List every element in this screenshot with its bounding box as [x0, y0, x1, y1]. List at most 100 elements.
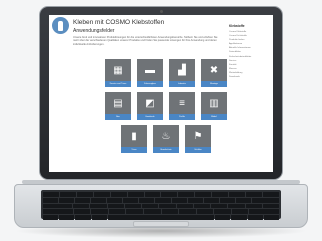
tile-label: Profile [169, 114, 195, 120]
key [193, 203, 211, 209]
key [75, 215, 91, 220]
signpost-icon: ⚑ [185, 125, 211, 147]
pipes-icon: ≡ [169, 92, 195, 114]
key [214, 209, 231, 215]
key [107, 203, 124, 209]
key [73, 203, 90, 209]
key [251, 197, 279, 203]
tile-label: Fahrzeugbau [137, 81, 163, 87]
tile-door[interactable]: ▮ Türen [121, 125, 147, 153]
keyboard [41, 190, 281, 220]
key [196, 209, 214, 215]
tile-window[interactable]: ▦ Fenster und Türen [105, 59, 131, 87]
key [73, 209, 91, 215]
tile-industry[interactable]: ▟ Industrie [169, 59, 195, 87]
key [93, 192, 110, 197]
key [235, 197, 251, 203]
key [123, 197, 139, 203]
keyboard-row [43, 209, 280, 215]
tile-label: Fenster und Türen [105, 81, 131, 87]
key [203, 197, 219, 203]
tile-label: Industrie [169, 81, 195, 87]
page-title: Kleben mit COSMO Klebstoffen [73, 19, 165, 26]
key [139, 197, 155, 203]
key [231, 209, 249, 215]
laptop-screen: Kleben mit COSMO Klebstoffen Anwendungsf… [49, 15, 273, 172]
key [91, 209, 108, 215]
key [161, 192, 178, 197]
key [262, 192, 279, 197]
key [144, 192, 161, 197]
tile-radiator[interactable]: ▥ Möbel [201, 92, 227, 120]
key [76, 192, 93, 197]
keyboard-row [43, 197, 279, 203]
key [247, 215, 263, 220]
logo[interactable] [52, 17, 69, 34]
tile-label: Möbel [201, 114, 227, 120]
key [212, 192, 229, 197]
key [263, 215, 280, 220]
key [127, 192, 144, 197]
key [126, 209, 143, 215]
key [211, 203, 228, 209]
truck-icon: ▬ [137, 59, 163, 81]
key [110, 192, 127, 197]
key [91, 197, 107, 203]
panel-icon: ◩ [137, 92, 163, 114]
key [43, 203, 73, 209]
key [59, 192, 76, 197]
key [229, 192, 246, 197]
key [43, 192, 59, 197]
tile-label: Schilder [185, 147, 211, 153]
key [179, 209, 196, 215]
key [43, 209, 73, 215]
tile-label: Handwerk [137, 114, 163, 120]
page-subtitle: Anwendungsfelder [73, 28, 115, 34]
window-icon: ▦ [105, 59, 131, 81]
laptop-base [14, 184, 308, 228]
key [161, 209, 179, 215]
key [75, 197, 91, 203]
key [107, 197, 123, 203]
tile-label: Brandschutz [153, 147, 179, 153]
key [187, 197, 203, 203]
key [142, 203, 159, 209]
main-content: Kleben mit COSMO Klebstoffen Anwendungsf… [49, 15, 229, 172]
tile-label: Türen [121, 147, 147, 153]
key [59, 197, 75, 203]
tile-fire[interactable]: ♨ Brandschutz [153, 125, 179, 153]
laptop-lid: Kleben mit COSMO Klebstoffen Anwendungsf… [39, 6, 283, 180]
key [215, 215, 231, 220]
sidebar-list: Cosmo Klebstoffe Cosmo Dichtstoffe Produ… [229, 30, 271, 79]
key [228, 203, 245, 209]
tools-icon: ✖ [201, 59, 227, 81]
sidebar-title: Klebstoffe [229, 24, 245, 28]
key [178, 192, 195, 197]
sidebar-item[interactable]: Downloads [229, 75, 271, 79]
factory-icon: ▟ [169, 59, 195, 81]
tile-tools[interactable]: ✖ Montage [201, 59, 227, 87]
tile-signs[interactable]: ⚑ Schilder [185, 125, 211, 153]
key [262, 203, 280, 209]
key [231, 215, 247, 220]
key [124, 203, 142, 209]
key [108, 209, 126, 215]
bricks-icon: ▤ [105, 92, 131, 114]
key [249, 209, 280, 215]
tile-bricks[interactable]: ▤ Bau [105, 92, 131, 120]
key [195, 192, 212, 197]
key [176, 203, 193, 209]
key [245, 203, 262, 209]
tile-pipes[interactable]: ≡ Profile [169, 92, 195, 120]
webcam-icon [160, 10, 163, 13]
key [59, 215, 75, 220]
radiator-icon: ▥ [201, 92, 227, 114]
keyboard-row [43, 203, 280, 209]
key [91, 215, 107, 220]
key [171, 197, 187, 203]
tile-vehicle[interactable]: ▬ Fahrzeugbau [137, 59, 163, 87]
keyboard-row [43, 192, 279, 197]
tile-label: Bau [105, 114, 131, 120]
key [90, 203, 107, 209]
tile-panel[interactable]: ◩ Handwerk [137, 92, 163, 120]
